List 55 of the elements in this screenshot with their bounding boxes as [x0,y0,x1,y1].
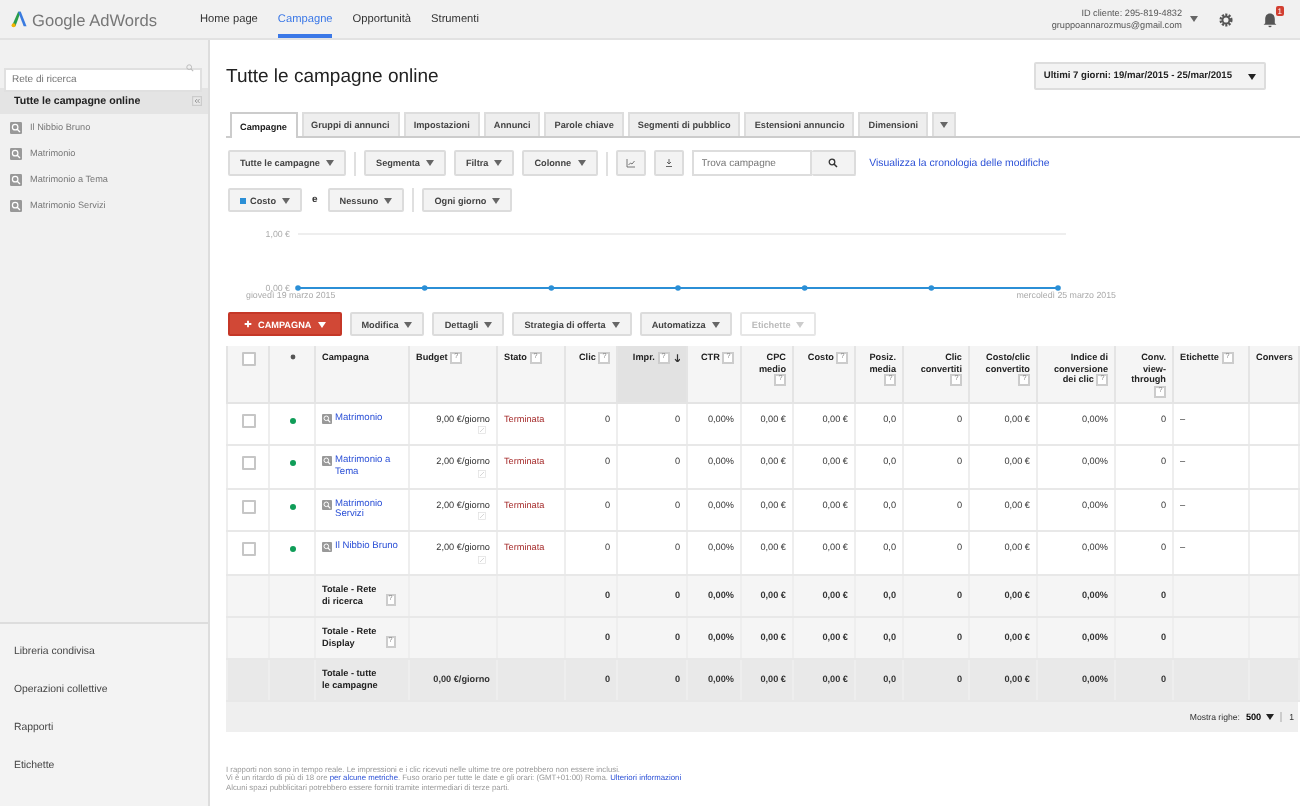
caret-icon [404,321,413,327]
search-icon [186,64,194,72]
download-icon [663,158,674,168]
logo-text: Google AdWords [32,9,158,29]
sort-arrow-icon [673,353,680,363]
data-point [928,285,935,291]
logo-icon [10,10,28,28]
data-point [675,285,681,291]
caret-icon [1248,73,1256,79]
checkbox[interactable] [241,413,255,427]
line-chart-icon [625,158,636,168]
caret-icon [384,197,393,203]
more-tabs-button[interactable] [932,112,957,136]
data-point [421,285,428,291]
caret-icon [796,321,805,327]
caret-icon[interactable] [1190,16,1198,22]
caret-icon [492,197,501,203]
collapse-icon[interactable] [192,96,202,106]
status-icon [289,354,295,360]
search-campaign-icon [322,456,332,467]
caret-icon [1265,713,1274,719]
data-point [548,285,555,291]
caret-icon [577,160,586,166]
caret-icon [611,321,620,327]
bell-icon[interactable] [1262,11,1278,27]
checkbox[interactable] [241,352,255,366]
caret-icon [425,160,434,166]
caret-icon [940,122,949,128]
caret-icon [494,160,503,166]
data-point [1055,285,1061,291]
caret-icon [282,197,291,203]
checkbox[interactable] [241,499,255,513]
checkbox[interactable] [241,456,255,470]
caret-icon [484,321,493,327]
search-campaign-icon [10,173,22,185]
search-campaign-icon [322,413,332,424]
search-campaign-icon [10,199,22,211]
checkbox[interactable] [241,542,255,556]
data-point [801,285,808,291]
caret-icon [317,321,326,327]
search-campaign-icon [322,499,332,510]
search-campaign-icon [10,147,22,159]
page-title: Tutte le campagne online [226,65,439,87]
caret-icon [711,321,720,327]
download-button[interactable] [653,150,684,176]
chart-toggle-button[interactable] [615,150,646,176]
data-point [295,285,301,291]
search-campaign-icon [322,542,332,553]
search-campaign-icon [10,121,22,133]
search-button[interactable] [811,150,856,176]
search-icon [827,158,838,168]
caret-icon [326,160,334,166]
series-swatch-icon [240,197,246,203]
settings-icon[interactable] [1218,11,1234,27]
plus-icon [244,320,252,328]
